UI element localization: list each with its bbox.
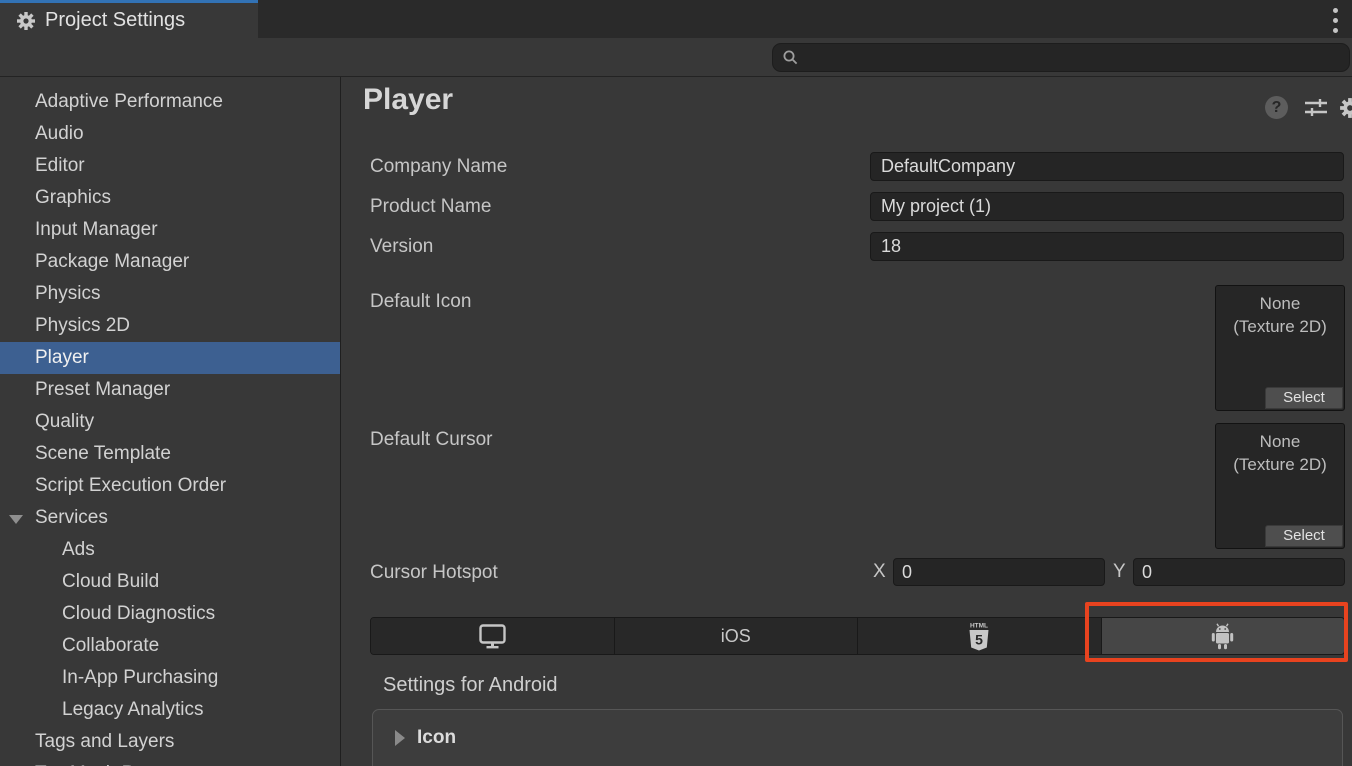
gear-icon[interactable] — [1339, 97, 1352, 119]
version-input[interactable] — [870, 232, 1344, 261]
platform-tab-bar: iOS HTML 5 — [370, 617, 1345, 655]
window-titlebar: Project Settings — [0, 0, 1352, 38]
help-icon[interactable]: ? — [1265, 96, 1288, 119]
sidebar-item-collaborate[interactable]: Collaborate — [0, 630, 340, 662]
sidebar-item-scene-template[interactable]: Scene Template — [0, 438, 340, 470]
sidebar-item-preset-manager[interactable]: Preset Manager — [0, 374, 340, 406]
expand-triangle-icon[interactable] — [9, 515, 23, 524]
object-value: None — [1216, 430, 1344, 453]
default-cursor-object-field[interactable]: None (Texture 2D) Select — [1215, 423, 1345, 549]
default-cursor-label: Default Cursor — [370, 425, 493, 454]
sidebar-item-input-manager[interactable]: Input Manager — [0, 214, 340, 246]
hotspot-x-input[interactable] — [893, 558, 1105, 586]
object-type: (Texture 2D) — [1216, 453, 1344, 476]
presets-icon[interactable] — [1304, 98, 1329, 118]
sidebar-item-graphics[interactable]: Graphics — [0, 182, 340, 214]
sidebar-item-services[interactable]: Services — [0, 502, 340, 534]
sidebar-item-quality[interactable]: Quality — [0, 406, 340, 438]
sidebar-item-legacy-analytics[interactable]: Legacy Analytics — [0, 694, 340, 726]
sidebar-item-cloud-build[interactable]: Cloud Build — [0, 566, 340, 598]
android-icon — [1207, 623, 1238, 650]
kebab-menu-icon[interactable] — [1326, 5, 1344, 35]
tab-webgl[interactable]: HTML 5 — [858, 618, 1102, 654]
sidebar-item-textmesh-pro[interactable]: TextMesh Pro — [0, 758, 340, 766]
default-cursor-select-button[interactable]: Select — [1265, 525, 1343, 547]
hotspot-x-label: X — [873, 558, 886, 586]
company-name-input[interactable] — [870, 152, 1344, 181]
object-value: None — [1216, 292, 1344, 315]
player-settings-panel: Player ? Company Name Product Name Versi… — [342, 77, 1352, 766]
tab-standalone[interactable] — [371, 618, 615, 654]
search-input[interactable] — [805, 49, 1349, 67]
sidebar-item-editor[interactable]: Editor — [0, 150, 340, 182]
sidebar-item-physics-2d[interactable]: Physics 2D — [0, 310, 340, 342]
default-icon-object-field[interactable]: None (Texture 2D) Select — [1215, 285, 1345, 411]
hotspot-y-input[interactable] — [1133, 558, 1345, 586]
sidebar-item-adaptive-performance[interactable]: Adaptive Performance — [0, 86, 340, 118]
settings-gear-icon — [16, 11, 36, 31]
sidebar-item-player[interactable]: Player — [0, 342, 340, 374]
ios-tab-label: iOS — [721, 626, 751, 647]
tab-title: Project Settings — [45, 9, 185, 32]
foldout-collapsed-triangle-icon — [395, 730, 405, 746]
page-title: Player — [363, 83, 453, 117]
search-icon — [782, 49, 799, 66]
svg-text:5: 5 — [975, 631, 983, 647]
icon-foldout-label: Icon — [417, 727, 456, 749]
sidebar-item-package-manager[interactable]: Package Manager — [0, 246, 340, 278]
monitor-icon — [479, 624, 506, 649]
product-name-label: Product Name — [370, 192, 491, 221]
sidebar-item-physics[interactable]: Physics — [0, 278, 340, 310]
search-box[interactable] — [772, 43, 1350, 72]
android-settings-section: Icon — [372, 709, 1343, 766]
hotspot-y-label: Y — [1113, 558, 1126, 586]
sidebar-item-cloud-diagnostics[interactable]: Cloud Diagnostics — [0, 598, 340, 630]
settings-for-android-header: Settings for Android — [383, 674, 558, 697]
default-icon-label: Default Icon — [370, 287, 471, 316]
cursor-hotspot-label: Cursor Hotspot — [370, 558, 498, 587]
tab-android[interactable] — [1102, 618, 1345, 654]
tab-project-settings[interactable]: Project Settings — [0, 0, 258, 38]
version-label: Version — [370, 232, 433, 261]
sidebar-item-script-execution-order[interactable]: Script Execution Order — [0, 470, 340, 502]
settings-sidebar: Adaptive Performance Audio Editor Graphi… — [0, 77, 341, 766]
html5-icon: HTML 5 — [966, 621, 992, 652]
toolbar — [0, 38, 1352, 77]
sidebar-item-label: Services — [35, 507, 108, 528]
sidebar-item-ads[interactable]: Ads — [0, 534, 340, 566]
svg-text:HTML: HTML — [970, 622, 988, 629]
tab-ios[interactable]: iOS — [615, 618, 859, 654]
product-name-input[interactable] — [870, 192, 1344, 221]
icon-foldout[interactable]: Icon — [373, 710, 1342, 749]
sidebar-item-in-app-purchasing[interactable]: In-App Purchasing — [0, 662, 340, 694]
sidebar-item-tags-and-layers[interactable]: Tags and Layers — [0, 726, 340, 758]
object-type: (Texture 2D) — [1216, 315, 1344, 338]
company-name-label: Company Name — [370, 152, 507, 181]
sidebar-item-audio[interactable]: Audio — [0, 118, 340, 150]
default-icon-select-button[interactable]: Select — [1265, 387, 1343, 409]
